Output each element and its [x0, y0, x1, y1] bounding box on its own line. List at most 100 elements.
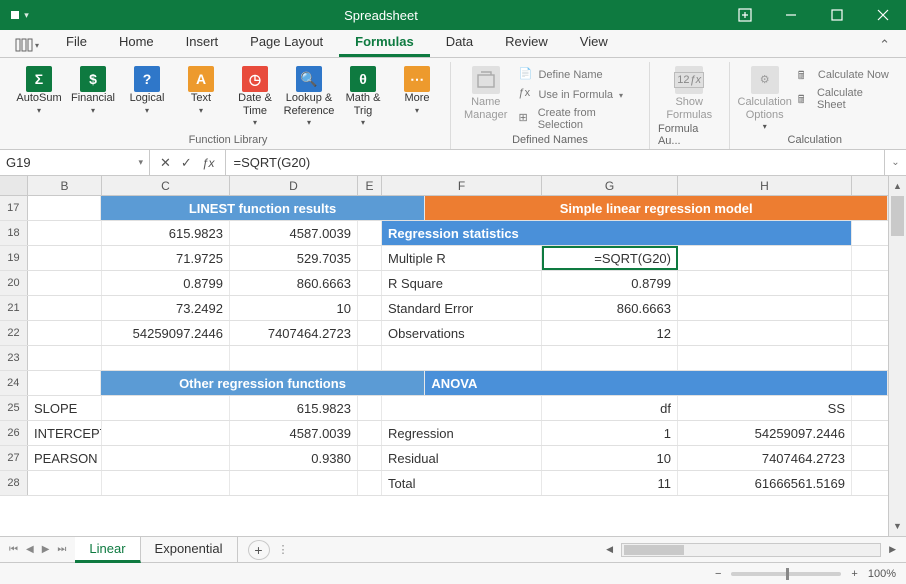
cell-E28[interactable]	[358, 471, 382, 495]
vertical-scrollbar[interactable]: ▲ ▼	[888, 176, 906, 536]
cell-C24[interactable]: Other regression functions	[101, 371, 426, 395]
hscroll-right-arrow[interactable]: ▶	[885, 544, 900, 555]
cell-C22[interactable]: 54259097.2446	[102, 321, 230, 345]
insert-function-button[interactable]: ƒx	[202, 156, 215, 170]
row-header-22[interactable]: 22	[0, 321, 28, 345]
calculation-options-button[interactable]: ⚙ Calculation Options▾	[738, 62, 792, 131]
cell-C27[interactable]	[102, 446, 230, 470]
row-header-24[interactable]: 24	[0, 371, 28, 395]
sheet-tab-exponential[interactable]: Exponential	[141, 537, 238, 563]
ribbon-display-button[interactable]	[722, 0, 768, 30]
cell-F18[interactable]: Regression statistics	[382, 221, 852, 245]
cell-H20[interactable]	[678, 271, 852, 295]
scroll-down-arrow[interactable]: ▼	[889, 518, 906, 534]
sheet-nav-prev[interactable]: ◀	[23, 542, 37, 557]
zoom-slider[interactable]	[731, 572, 841, 576]
cell-D22[interactable]: 7407464.2723	[230, 321, 358, 345]
cancel-formula-button[interactable]: ✕	[160, 155, 171, 171]
cell-E21[interactable]	[358, 296, 382, 320]
tab-review[interactable]: Review	[489, 28, 564, 57]
cell-B25[interactable]: SLOPE	[28, 396, 102, 420]
cell-B20[interactable]	[28, 271, 102, 295]
column-header-E[interactable]: E	[358, 176, 382, 195]
create-from-selection-button[interactable]: ⊞Create from Selection	[516, 106, 641, 132]
sheet-tab-linear[interactable]: Linear	[75, 537, 140, 563]
cell-F26[interactable]: Regression	[382, 421, 542, 445]
cell-D28[interactable]	[230, 471, 358, 495]
cell-B28[interactable]	[28, 471, 102, 495]
cell-B19[interactable]	[28, 246, 102, 270]
cell-E27[interactable]	[358, 446, 382, 470]
tab-insert[interactable]: Insert	[170, 28, 235, 57]
cell-E20[interactable]	[358, 271, 382, 295]
tab-formulas[interactable]: Formulas	[339, 28, 430, 57]
cell-H19[interactable]	[678, 246, 852, 270]
tab-home[interactable]: Home	[103, 28, 170, 57]
column-header-B[interactable]: B	[28, 176, 102, 195]
cell-C17[interactable]: LINEST function results	[101, 196, 426, 220]
column-header-D[interactable]: D	[230, 176, 358, 195]
cell-D25[interactable]: 615.9823	[230, 396, 358, 420]
cell-B21[interactable]	[28, 296, 102, 320]
cell-B23[interactable]	[28, 346, 102, 370]
cell-H23[interactable]	[678, 346, 852, 370]
math--button[interactable]: θMath &Trig▾	[338, 62, 388, 127]
text-button[interactable]: AText▾	[176, 62, 226, 115]
tab-file[interactable]: File	[50, 28, 103, 57]
row-header-26[interactable]: 26	[0, 421, 28, 445]
row-header-19[interactable]: 19	[0, 246, 28, 270]
date--button[interactable]: ◷Date &Time▾	[230, 62, 280, 127]
cell-C19[interactable]: 71.9725	[102, 246, 230, 270]
cell-C26[interactable]	[102, 421, 230, 445]
row-header-28[interactable]: 28	[0, 471, 28, 495]
sheet-nav-first[interactable]: ⏮	[6, 542, 21, 557]
cell-F23[interactable]	[382, 346, 542, 370]
financial-button[interactable]: $Financial▾	[68, 62, 118, 115]
row-header-17[interactable]: 17	[0, 196, 28, 220]
tab-data[interactable]: Data	[430, 28, 489, 57]
tab-split-handle[interactable]: ⋮	[270, 543, 297, 556]
app-menu-button[interactable]: ▾	[0, 10, 40, 21]
cell-H27[interactable]: 7407464.2723	[678, 446, 852, 470]
show-formulas-button[interactable]: 12ƒx Show Formulas	[661, 62, 717, 121]
logical-button[interactable]: ?Logical▾	[122, 62, 172, 115]
cell-F27[interactable]: Residual	[382, 446, 542, 470]
cell-G28[interactable]: 11	[542, 471, 678, 495]
cell-H21[interactable]	[678, 296, 852, 320]
cell-G23[interactable]	[542, 346, 678, 370]
tab-view[interactable]: View	[564, 28, 624, 57]
cell-B27[interactable]: PEARSON	[28, 446, 102, 470]
cell-D20[interactable]: 860.6663	[230, 271, 358, 295]
formula-input[interactable]: =SQRT(G20)	[226, 150, 885, 175]
column-header-H[interactable]: H	[678, 176, 852, 195]
hscroll-thumb[interactable]	[624, 545, 684, 555]
enter-formula-button[interactable]: ✓	[181, 155, 192, 171]
cell-F22[interactable]: Observations	[382, 321, 542, 345]
close-button[interactable]	[860, 0, 906, 30]
cell-G27[interactable]: 10	[542, 446, 678, 470]
cell-C25[interactable]	[102, 396, 230, 420]
define-name-button[interactable]: 📄Define Name	[516, 66, 641, 84]
cell-F17[interactable]: Simple linear regression model	[425, 196, 888, 220]
cell-E18[interactable]	[358, 221, 382, 245]
cell-D18[interactable]: 4587.0039	[230, 221, 358, 245]
column-header-C[interactable]: C	[102, 176, 230, 195]
zoom-out-button[interactable]: −	[715, 568, 721, 580]
row-header-23[interactable]: 23	[0, 346, 28, 370]
cell-C23[interactable]	[102, 346, 230, 370]
more-button[interactable]: ⋯More▾	[392, 62, 442, 115]
cell-B17[interactable]	[28, 196, 101, 220]
cell-H28[interactable]: 61666561.5169	[678, 471, 852, 495]
sheet-nav-last[interactable]: ⏭	[54, 542, 69, 557]
cell-D19[interactable]: 529.7035	[230, 246, 358, 270]
cell-E26[interactable]	[358, 421, 382, 445]
cell-E19[interactable]	[358, 246, 382, 270]
cell-F25[interactable]	[382, 396, 542, 420]
name-manager-button[interactable]: Name Manager	[459, 62, 512, 121]
scroll-up-arrow[interactable]: ▲	[889, 178, 906, 194]
cell-F19[interactable]: Multiple R	[382, 246, 542, 270]
expand-formula-bar-button[interactable]: ⌄	[884, 150, 906, 175]
cell-E22[interactable]	[358, 321, 382, 345]
lookup--button[interactable]: 🔍Lookup &Reference▾	[284, 62, 334, 127]
cell-E25[interactable]	[358, 396, 382, 420]
